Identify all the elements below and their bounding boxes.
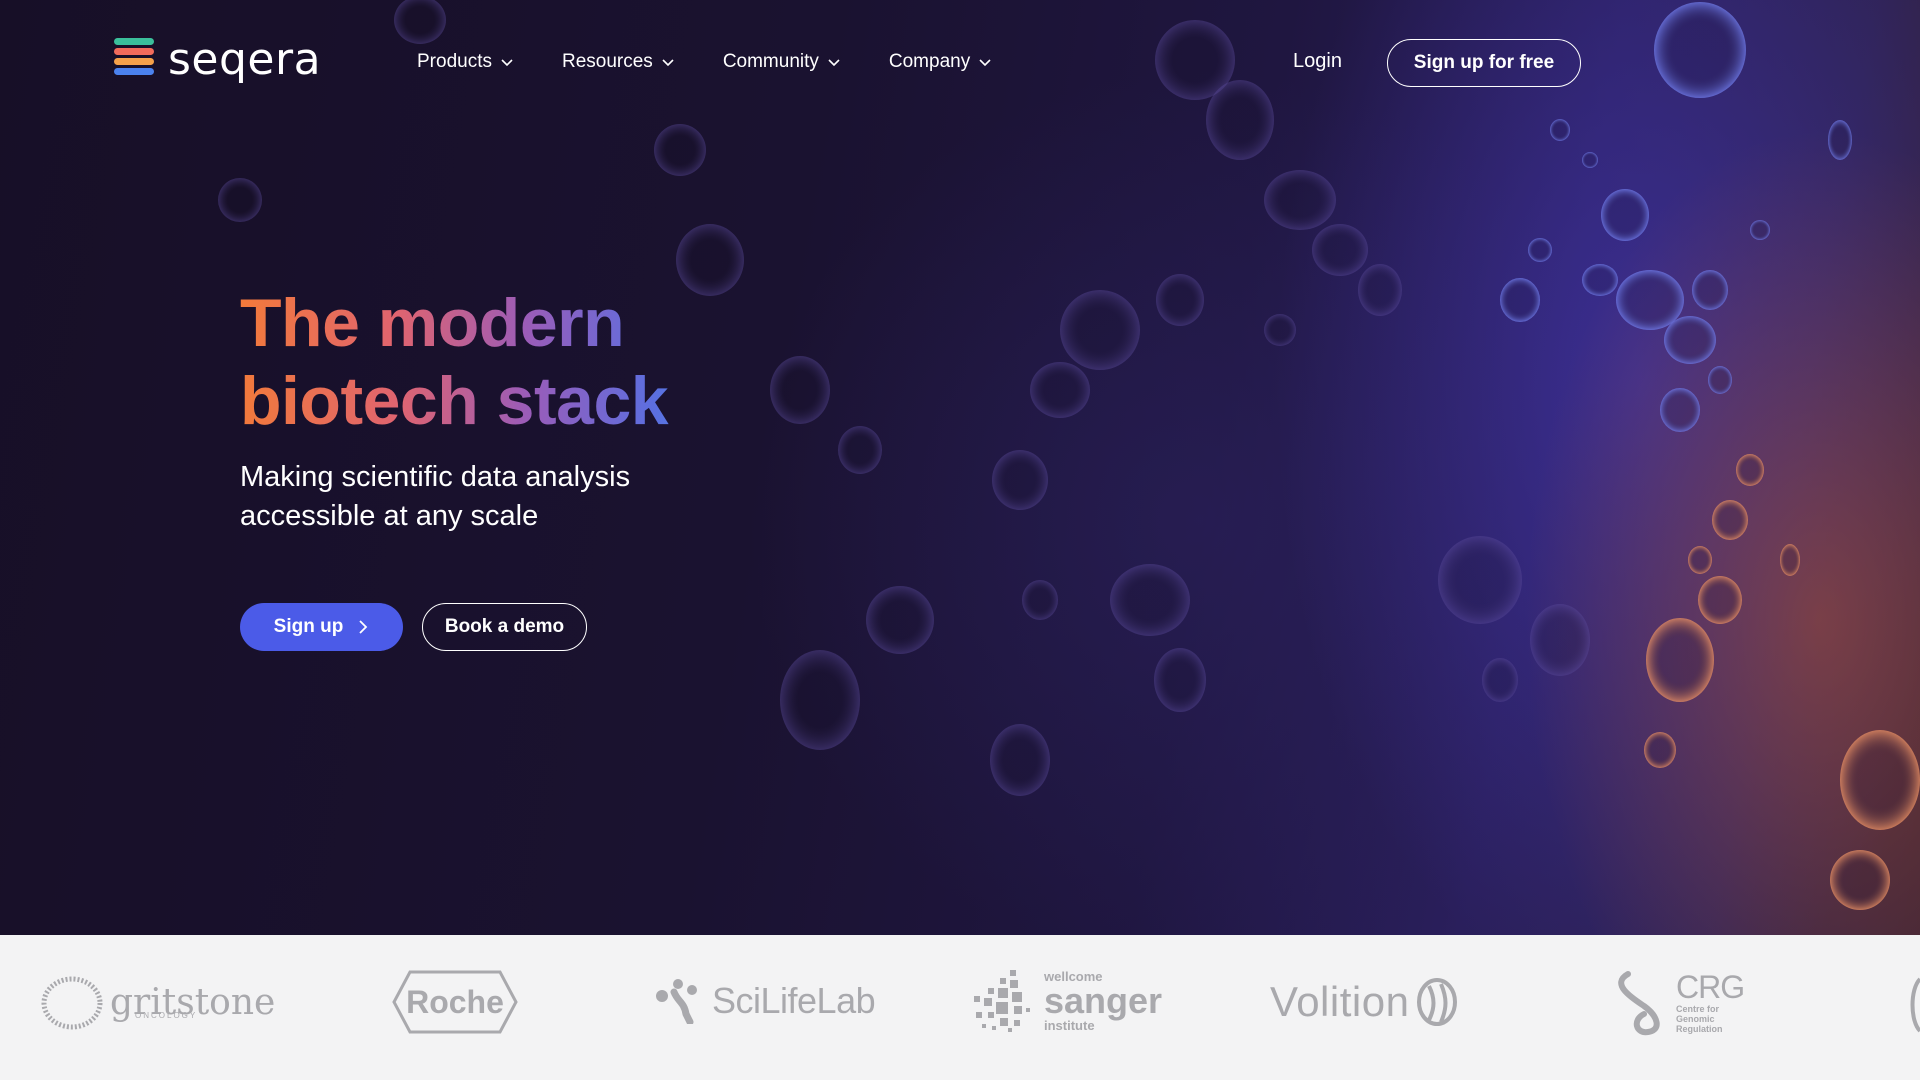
crg-mark-icon [1618, 971, 1660, 1036]
main-menu: Products Resources Community Company [417, 50, 1040, 74]
gritstone-mark-icon [41, 976, 103, 1030]
sign-up-button[interactable]: Sign up [240, 603, 403, 651]
top-navigation: seqera Products Resources Community Comp… [0, 0, 1920, 125]
chevron-right-icon [359, 620, 368, 634]
nav-resources[interactable]: Resources [562, 50, 675, 74]
scilifelab-name: SciLifeLab [712, 980, 876, 1021]
crg-logo: CRG Centre for Genomic Regulation [1614, 970, 1756, 1036]
nav-community-label: Community [722, 51, 819, 72]
chevron-down-icon [501, 59, 513, 67]
gritstone-sub: ONCOLOGY [135, 1011, 198, 1020]
sanger-institute-logo: wellcome sanger institute [970, 968, 1162, 1034]
volition-name: Volition [1270, 978, 1410, 1025]
roche-logo: Roche [392, 970, 518, 1034]
sanger-bottom: institute [1044, 1018, 1095, 1033]
chevron-down-icon [828, 59, 840, 67]
bubble-cluster-orange [1644, 454, 1920, 910]
crg-wordmark: CRG Centre for Genomic Regulation [1676, 970, 1756, 1034]
nav-company-label: Company [888, 51, 971, 72]
volition-logo: Volition [1270, 978, 1459, 1026]
partial-logo-icon [1910, 977, 1920, 1033]
nav-products[interactable]: Products [417, 50, 514, 74]
nav-company[interactable]: Company [889, 50, 992, 74]
sign-up-for-free-button[interactable]: Sign up for free [1387, 39, 1581, 87]
sanger-name: sanger [1044, 980, 1163, 1021]
nav-products-label: Products [417, 51, 492, 72]
scilifelab-logo: SciLifeLab [654, 978, 876, 1024]
volition-mark-icon [1417, 978, 1458, 1026]
brand-name: seqera [168, 34, 322, 85]
nav-community[interactable]: Community [723, 50, 841, 74]
headline-line-1: The modern [240, 285, 625, 361]
login-link[interactable]: Login [1293, 50, 1342, 73]
nav-resources-label: Resources [561, 51, 653, 72]
chevron-down-icon [662, 59, 674, 67]
crg-description: Centre for Genomic Regulation [1676, 1004, 1723, 1034]
seqera-logo[interactable]: seqera [114, 38, 321, 82]
sanger-pixel-mark-icon [974, 970, 1030, 1032]
crg-name: CRG [1676, 969, 1745, 1005]
hero-subheadline: Making scientific data analysis accessib… [240, 461, 631, 532]
sanger-wordmark: wellcome sanger institute [1044, 970, 1162, 1032]
hero-section: seqera Products Resources Community Comp… [0, 0, 1920, 935]
sign-up-button-label: Sign up [273, 616, 344, 637]
partially-visible-partner-logo [1906, 975, 1920, 1035]
gritstone-logo: gritstone ONCOLOGY [40, 975, 275, 1031]
seqera-logo-icon [114, 38, 154, 75]
hero-headline: The modern biotech stack [240, 284, 760, 440]
headline-line-2: biotech stack [240, 363, 669, 439]
roche-name: Roche [406, 983, 504, 1020]
book-a-demo-button[interactable]: Book a demo [422, 603, 587, 651]
chevron-down-icon [979, 59, 991, 67]
scilifelab-mark-icon [656, 979, 697, 1024]
